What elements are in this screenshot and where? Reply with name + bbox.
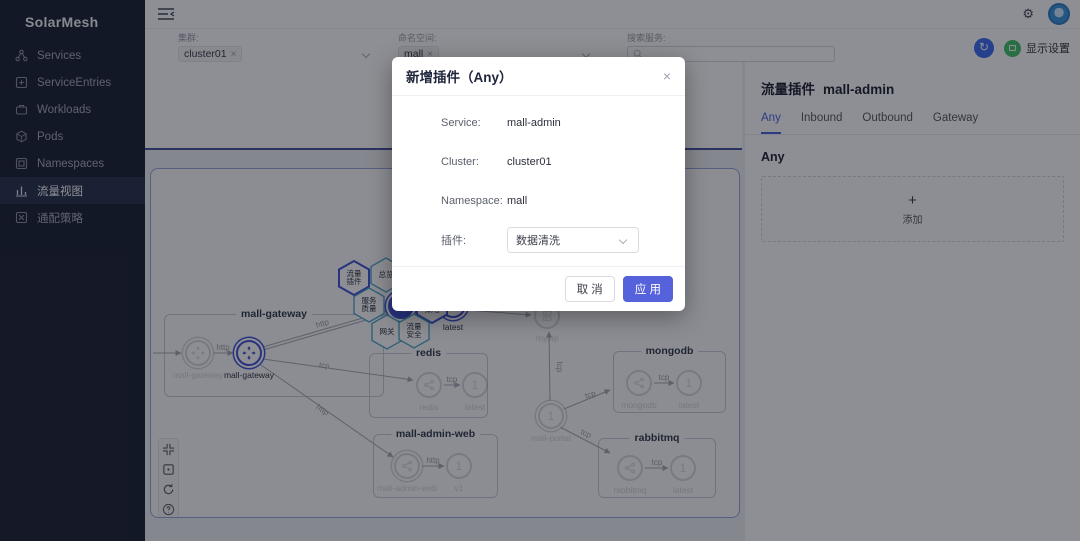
close-icon[interactable]: × [663,69,671,83]
plugin-select[interactable]: 数据清洗 [507,227,639,253]
modal-body: Service:mall-admin Cluster:cluster01 Nam… [392,96,685,266]
modal-footer: 取 消 应 用 [392,266,685,311]
modal-header: 新增插件（Any） × [392,57,685,96]
field-cluster: Cluster:cluster01 [441,152,685,172]
apply-button[interactable]: 应 用 [623,276,673,302]
cancel-button[interactable]: 取 消 [565,276,615,302]
field-plugin: 插件: 数据清洗 [441,230,685,250]
add-plugin-modal: 新增插件（Any） × Service:mall-admin Cluster:c… [392,57,685,311]
chevron-down-icon [619,236,627,244]
app-root: SolarMesh ServicesServiceEntriesWorkload… [0,0,1080,541]
modal-title: 新增插件（Any） [406,66,663,86]
field-namespace: Namespace:mall [441,191,685,211]
field-service: Service:mall-admin [441,113,685,133]
